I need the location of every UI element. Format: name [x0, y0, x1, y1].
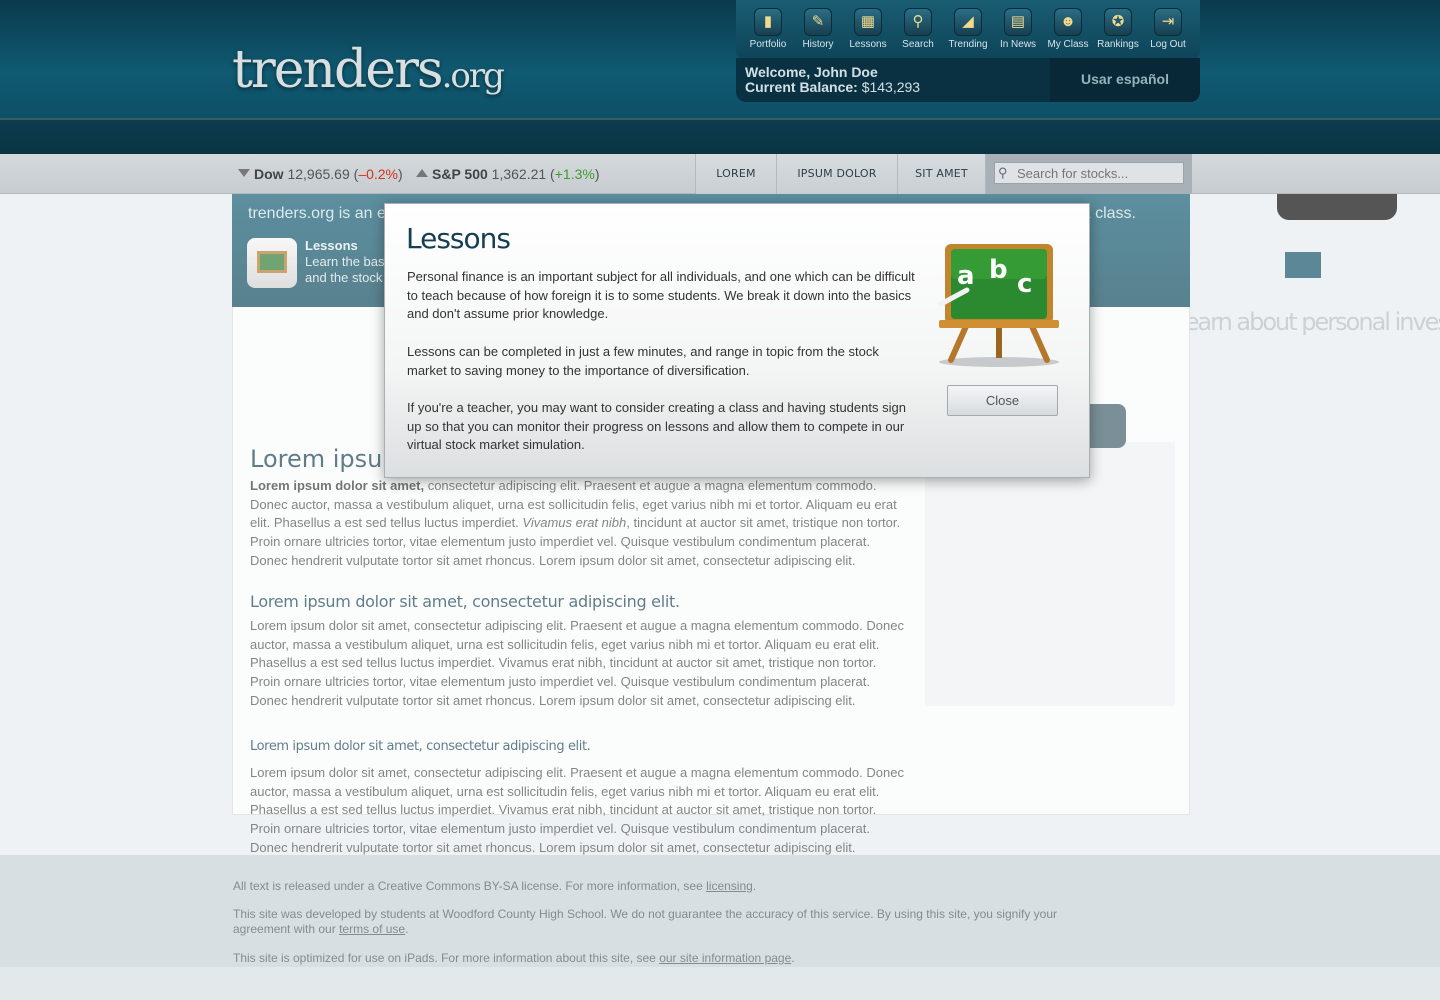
nav-log-out[interactable]: ⇥ Log Out — [1143, 8, 1193, 50]
down-arrow-icon — [238, 169, 250, 177]
board-letter: a — [957, 261, 975, 291]
nav-rankings[interactable]: ✪ Rankings — [1093, 8, 1143, 50]
lessons-icon: ▦ — [854, 8, 882, 36]
site-logo[interactable]: trenders.org — [232, 40, 505, 100]
modal-title: Lessons — [406, 222, 511, 255]
balance-label: Current Balance: — [745, 79, 858, 95]
ticker-name: S&P 500 — [432, 166, 488, 182]
nav-label: Portfolio — [749, 39, 787, 50]
nav-label: Lessons — [849, 39, 887, 50]
nav-portfolio[interactable]: ▮ Portfolio — [743, 8, 793, 50]
nav-history[interactable]: ✎ History — [793, 8, 843, 50]
ticker-name: Dow — [254, 166, 284, 182]
board-letter: c — [1017, 269, 1032, 299]
user-box: Welcome, John Doe Current Balance: $143,… — [736, 58, 1200, 102]
nav-label: In News — [999, 39, 1037, 50]
logo-suffix-text: .org — [441, 56, 505, 96]
site-header: trenders.org ▮ Portfolio ✎ History ▦ Les… — [0, 0, 1440, 120]
rankings-icon: ✪ — [1104, 8, 1132, 36]
logout-icon: ⇥ — [1154, 8, 1182, 36]
stock-search: ⚲ — [986, 154, 1192, 194]
nav-label: Log Out — [1150, 39, 1186, 50]
board-letter: b — [989, 255, 1008, 285]
search-icon: ⚲ — [904, 8, 932, 36]
nav-trending[interactable]: ◢ Trending — [943, 8, 993, 50]
header-band — [0, 118, 1440, 154]
nav-my-class[interactable]: ☻ My Class — [1043, 8, 1093, 50]
logo-main-text: trenders — [232, 40, 444, 100]
modal-paragraph: Personal finance is an important subject… — [407, 269, 915, 322]
stock-search-input[interactable] — [994, 162, 1184, 184]
lessons-modal: Lessons Personal finance is an important… — [384, 203, 1090, 478]
balance-value: $143,293 — [861, 79, 921, 95]
welcome-text: Welcome, John Doe — [745, 64, 878, 80]
tab-sit-amet[interactable]: SIT AMET — [897, 154, 986, 194]
history-icon: ✎ — [804, 8, 832, 36]
trending-icon: ◢ — [954, 8, 982, 36]
ticker-value: 12,965.69 — [287, 166, 350, 182]
chalkboard-icon: a b c — [938, 244, 1059, 367]
nav-label: Trending — [948, 39, 988, 50]
tab-lorem[interactable]: LOREM — [695, 154, 776, 194]
ticker-change: –0.2% — [358, 166, 399, 182]
tab-ipsum-dolor[interactable]: IPSUM DOLOR — [776, 154, 897, 194]
ticker-change: +1.3% — [554, 166, 595, 182]
up-arrow-icon — [416, 169, 428, 177]
ticker-value: 1,362.21 — [491, 166, 547, 182]
ticker-sp500: S&P 500 1,362.21 (+1.3%) — [416, 166, 600, 182]
nav-lessons[interactable]: ▦ Lessons — [843, 8, 893, 50]
balance-line: Current Balance: $143,293 — [745, 79, 920, 95]
nav-label: Search — [902, 39, 934, 50]
nav-label: My Class — [1047, 39, 1089, 50]
ticker-dow: Dow 12,965.69 (–0.2%) — [238, 166, 403, 182]
nav-label: History — [802, 39, 834, 50]
modal-paragraph: If you're a teacher, you may want to con… — [407, 400, 906, 453]
language-button[interactable]: Usar español — [1050, 58, 1200, 102]
portfolio-icon: ▮ — [754, 8, 782, 36]
nav-label: Rankings — [1097, 39, 1139, 50]
news-icon: ▤ — [1004, 8, 1032, 36]
close-button[interactable]: Close — [947, 385, 1058, 416]
modal-paragraph: Lessons can be completed in just a few m… — [407, 344, 879, 378]
magnifier-icon: ⚲ — [998, 165, 1008, 180]
main-nav: ▮ Portfolio ✎ History ▦ Lessons ⚲ Search… — [736, 0, 1200, 58]
nav-search[interactable]: ⚲ Search — [893, 8, 943, 50]
class-icon: ☻ — [1054, 8, 1082, 36]
nav-in-news[interactable]: ▤ In News — [993, 8, 1043, 50]
